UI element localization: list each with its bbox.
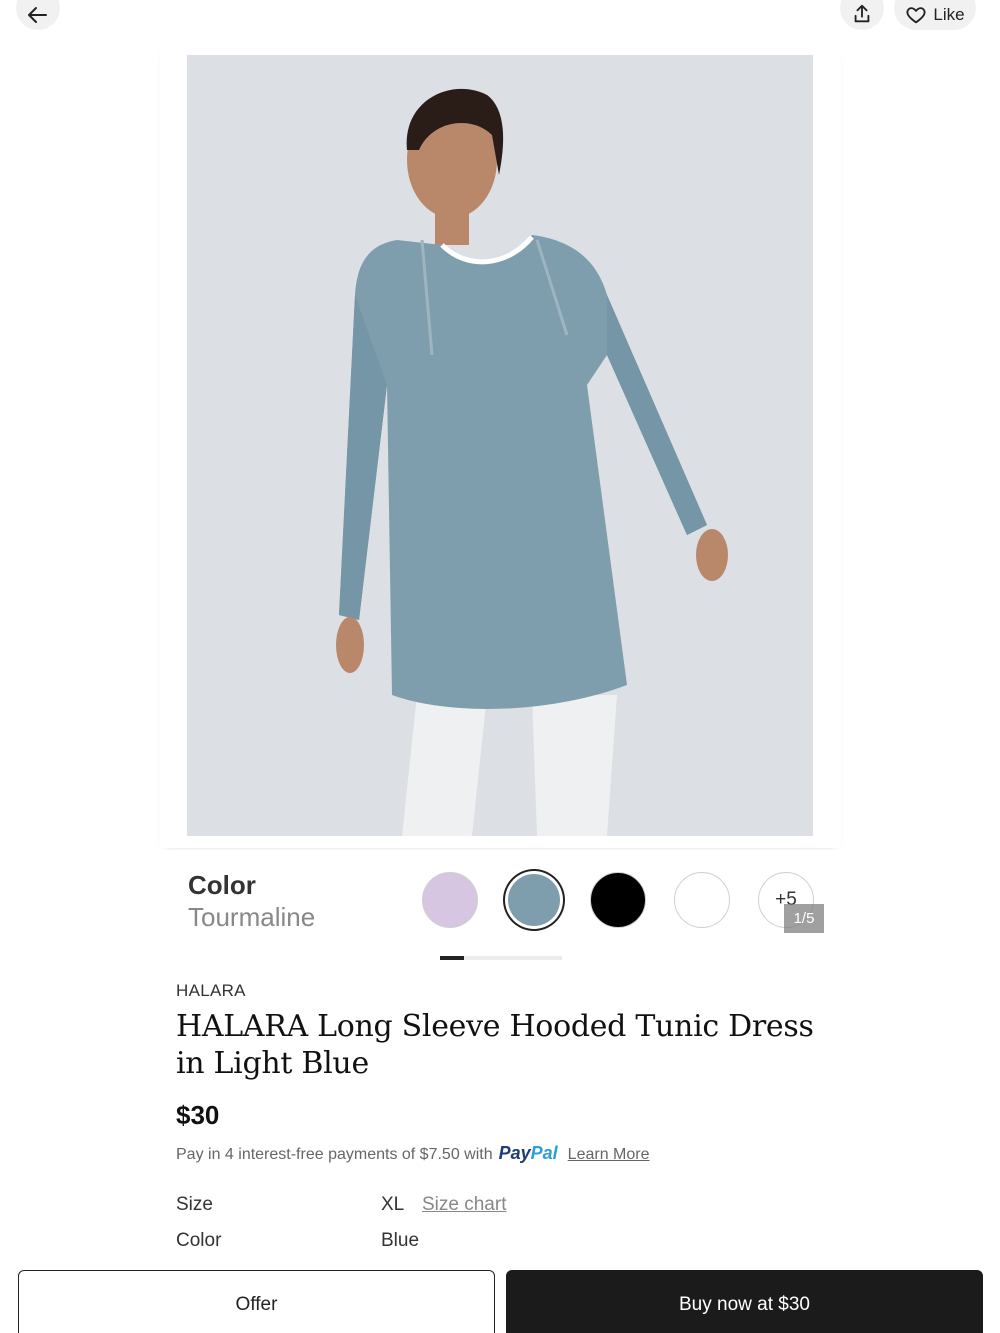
product-image-carousel[interactable] xyxy=(160,40,841,848)
size-chart-link[interactable]: Size chart xyxy=(422,1194,506,1216)
paypal-logo: PayPal xyxy=(498,1143,558,1163)
product-photo[interactable] xyxy=(187,55,813,836)
back-button[interactable] xyxy=(16,0,60,30)
offer-label: Offer xyxy=(235,1294,278,1315)
model-illustration xyxy=(336,88,728,836)
image-counter: 1/5 xyxy=(784,904,824,933)
product-title: HALARA Long Sleeve Hooded Tunic Dress in… xyxy=(176,1009,814,1081)
color-spec-value: Blue xyxy=(381,1230,420,1251)
like-button[interactable]: Like xyxy=(894,0,976,30)
size-label: Size xyxy=(176,1194,213,1215)
like-label: Like xyxy=(933,5,965,24)
size-value: XL xyxy=(381,1194,405,1215)
color-selector: Color Tourmaline +5 1/5 xyxy=(160,850,841,945)
swatch-tourmaline[interactable] xyxy=(508,874,560,926)
color-spec-label: Color xyxy=(176,1230,222,1251)
learn-more-link[interactable]: Learn More xyxy=(568,1146,650,1164)
swatch-lavender[interactable] xyxy=(422,872,478,928)
heart-icon xyxy=(906,7,926,24)
buy-now-button[interactable]: Buy now at $30 xyxy=(506,1270,983,1333)
color-title: Color xyxy=(188,870,256,900)
swatch-black[interactable] xyxy=(590,872,646,928)
paypal-text: Pay in 4 interest-free payments of $7.50… xyxy=(176,1146,493,1163)
swatch-white[interactable] xyxy=(674,872,730,928)
selected-color-name: Tourmaline xyxy=(188,902,316,932)
buy-now-label: Buy now at $30 xyxy=(679,1294,810,1315)
share-button[interactable] xyxy=(840,0,884,30)
offer-button[interactable]: Offer xyxy=(18,1270,495,1333)
carousel-active-indicator xyxy=(440,956,464,960)
arrow-left-icon xyxy=(28,7,47,23)
paypal-installments: Pay in 4 interest-free payments of $7.50… xyxy=(176,1143,650,1164)
share-icon xyxy=(854,4,870,23)
brand-name[interactable]: HALARA xyxy=(176,981,246,1001)
product-price: $30 xyxy=(176,1100,220,1130)
